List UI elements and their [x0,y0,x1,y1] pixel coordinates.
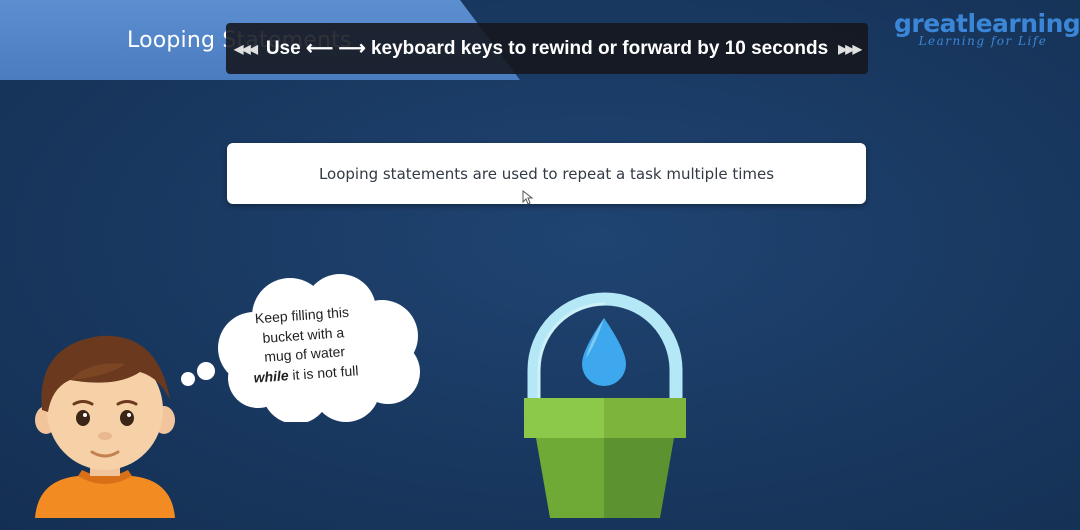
rewind-chevrons-icon: ◀◀◀ [234,41,258,56]
forward-chevrons-icon: ▶▶▶ [838,41,862,56]
thought-line-4-rest: it is not full [287,361,359,383]
caption-text: Looping statements are used to repeat a … [318,164,775,183]
thought-keyword-while: while [253,366,290,386]
keyboard-hint-text: Use ⟵ ⟶ keyboard keys to rewind or forwa… [265,38,829,59]
mouse-cursor-icon [522,190,534,205]
logo-tagline: Learning for Life [918,34,1048,48]
boy-avatar-illustration [35,335,175,518]
thought-bubble-text: Keep filling this bucket with a mug of w… [235,301,372,388]
greatlearning-logo: greatlearning Learning for Life [894,10,1080,49]
keyboard-hint-overlay: ◀◀◀ Use ⟵ ⟶ keyboard keys to rewind or f… [226,23,868,74]
caption-box: Looping statements are used to repeat a … [227,143,866,204]
water-bucket-illustration [524,292,686,518]
